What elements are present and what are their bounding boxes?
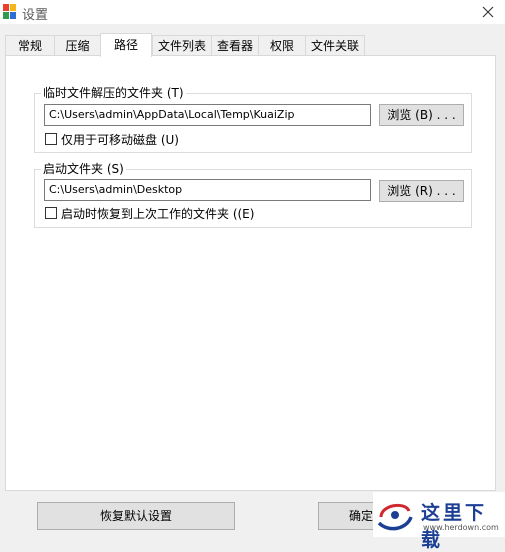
watermark: 这里下载 www.herdown.com (373, 492, 505, 551)
temp-folder-group: 临时文件解压的文件夹 (T) C:\Users\admin\AppData\Lo… (34, 86, 472, 153)
app-icon (3, 4, 16, 19)
temp-folder-path-input[interactable]: C:\Users\admin\AppData\Local\Temp\KuaiZi… (44, 104, 371, 126)
removable-only-row[interactable]: 仅用于可移动磁盘 (U) (45, 131, 179, 147)
tab-file-associations[interactable]: 文件关联 (305, 35, 365, 56)
restore-last-folder-label: 启动时恢复到上次工作的文件夹 ((E) (61, 206, 255, 221)
tab-paths[interactable]: 路径 (100, 33, 152, 57)
removable-only-label: 仅用于可移动磁盘 (U) (61, 132, 179, 147)
temp-folder-browse-button[interactable]: 浏览 (B) . . . (379, 104, 464, 126)
tab-compression[interactable]: 压缩 (54, 35, 101, 56)
startup-folder-browse-button[interactable]: 浏览 (R) . . . (379, 180, 464, 202)
removable-only-checkbox[interactable] (45, 133, 57, 145)
close-button[interactable] (471, 0, 505, 24)
tab-permissions[interactable]: 权限 (258, 35, 306, 56)
tab-file-list[interactable]: 文件列表 (152, 35, 212, 56)
tab-viewer[interactable]: 查看器 (211, 35, 259, 56)
close-icon (482, 6, 494, 18)
tab-bar: 常规 压缩 路径 文件列表 查看器 权限 文件关联 (0, 33, 505, 57)
paths-panel: 临时文件解压的文件夹 (T) C:\Users\admin\AppData\Lo… (5, 55, 496, 491)
startup-folder-group: 启动文件夹 (S) C:\Users\admin\Desktop 浏览 (R) … (34, 162, 472, 228)
title-bar: 设置 (0, 0, 505, 24)
restore-last-folder-checkbox[interactable] (45, 207, 57, 219)
tab-general[interactable]: 常规 (5, 35, 55, 56)
window-title: 设置 (22, 8, 49, 23)
temp-folder-label: 临时文件解压的文件夹 (T) (41, 86, 186, 100)
watermark-url: www.herdown.com (423, 523, 499, 532)
startup-folder-label: 启动文件夹 (S) (41, 162, 126, 176)
restore-defaults-button[interactable]: 恢复默认设置 (37, 502, 235, 530)
watermark-logo-icon (377, 503, 413, 531)
restore-last-folder-row[interactable]: 启动时恢复到上次工作的文件夹 ((E) (45, 205, 254, 221)
startup-folder-path-input[interactable]: C:\Users\admin\Desktop (44, 179, 371, 201)
